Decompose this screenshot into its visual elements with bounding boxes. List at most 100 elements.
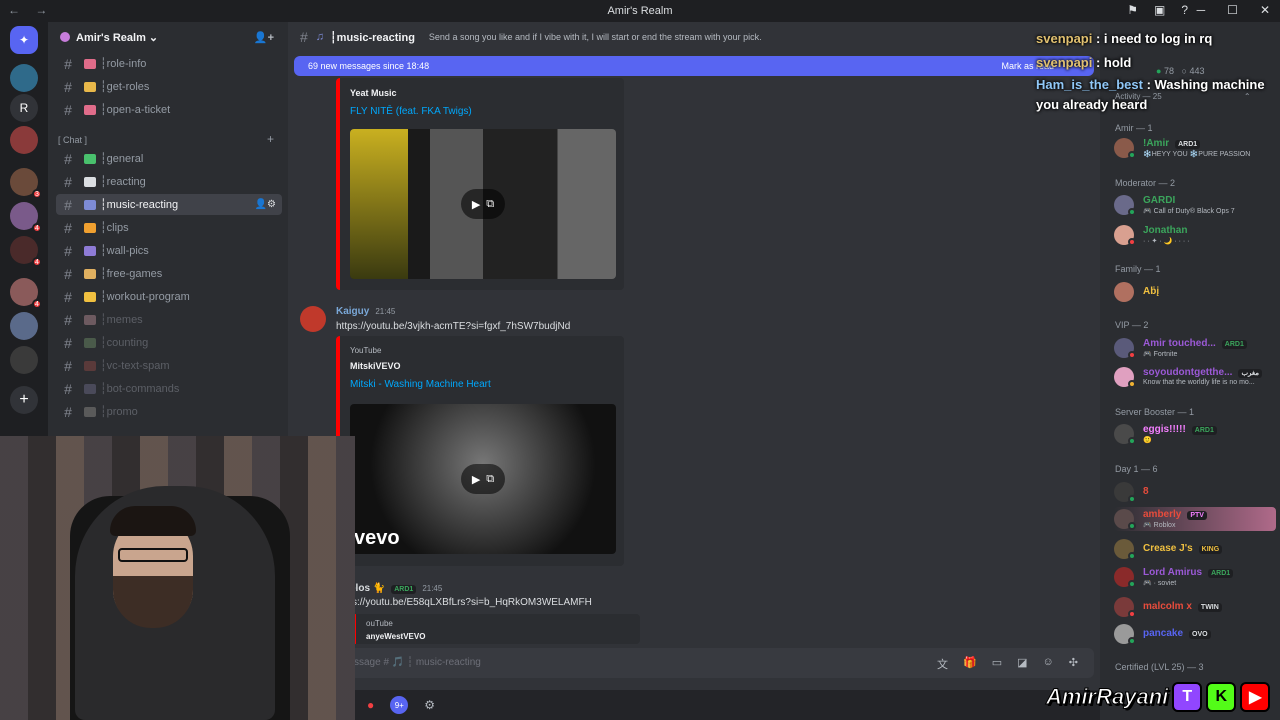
- channel-get-roles[interactable]: # ┆get-roles: [56, 76, 282, 97]
- channel-emoji-icon: [84, 245, 96, 256]
- close-button[interactable]: ✕: [1260, 3, 1270, 17]
- channel-settings-icon[interactable]: 👤⚙: [255, 199, 276, 210]
- member-group-header: Moderator — 2: [1115, 178, 1176, 188]
- help-icon[interactable]: ?: [1181, 3, 1188, 17]
- message-author[interactable]: Kaiguy 21:45: [336, 306, 395, 317]
- settings-icon[interactable]: ⚙: [424, 698, 435, 712]
- channel-label: ┆general: [100, 153, 144, 165]
- member-item[interactable]: Amir touched... ARD1 🎮 Fortnite: [1114, 336, 1276, 360]
- embed-author[interactable]: anyeWestVEVO: [366, 632, 640, 641]
- channel-general[interactable]: # ┆general: [56, 148, 282, 169]
- role-tag: ARD1: [1191, 426, 1217, 435]
- new-messages-text: 69 new messages since 18:48: [308, 61, 430, 71]
- inbox-icon[interactable]: ▣: [1154, 3, 1165, 17]
- embed-title[interactable]: FLY NITĒ (feat. FKA Twigs): [350, 106, 624, 117]
- server-icon[interactable]: [10, 312, 38, 340]
- message-link[interactable]: s://youtu.be/E58qLXBfLrs?si=b_HqRkOM3WEL…: [352, 597, 592, 608]
- channel-counting[interactable]: # ┆counting: [56, 332, 282, 353]
- embed-author[interactable]: Yeat Music: [350, 88, 624, 98]
- message-timestamp: 21:45: [375, 307, 396, 316]
- member-item[interactable]: Lord Amirus ARD1 🎮 · soviet: [1114, 565, 1276, 589]
- member-status: Know that the worldly life is no mo...: [1143, 379, 1255, 386]
- sticker-icon[interactable]: ◪: [1017, 656, 1027, 672]
- channel-bot-commands[interactable]: # ┆bot-commands: [56, 378, 282, 399]
- username[interactable]: elos 🐈: [350, 583, 385, 594]
- member-item[interactable]: Aḃį: [1114, 280, 1276, 304]
- server-icon[interactable]: 4: [10, 278, 42, 309]
- server-icon[interactable]: R: [10, 94, 38, 122]
- channel-wall-pics[interactable]: # ┆wall-pics: [56, 240, 282, 261]
- status-indicator: [1128, 208, 1136, 216]
- discord-notif-icon[interactable]: 9+: [390, 696, 409, 714]
- member-group-header: Day 1 — 6: [1115, 464, 1158, 474]
- username[interactable]: Kaiguy: [336, 306, 369, 317]
- add-user-icon[interactable]: 👤+: [254, 31, 274, 44]
- server-icon[interactable]: 3: [10, 168, 42, 199]
- channel-free-games[interactable]: # ┆free-games: [56, 263, 282, 284]
- member-name: 8: [1143, 486, 1149, 497]
- mention-badge: 3: [32, 189, 42, 199]
- embed-provider[interactable]: YouTube: [350, 346, 624, 355]
- avatar[interactable]: [300, 306, 326, 332]
- member-item[interactable]: !Amir ARD1 ❄️HEYY YOU ❄️PURE PASSION: [1114, 136, 1276, 160]
- video-thumbnail[interactable]: ▶ ⧉ vevo: [350, 404, 616, 554]
- emoji-icon[interactable]: ☺: [1043, 656, 1054, 672]
- server-icon[interactable]: [10, 126, 38, 154]
- member-item[interactable]: Crease J's KING: [1114, 537, 1276, 561]
- channel-vc-text-spam[interactable]: # ┆vc-text-spam: [56, 355, 282, 376]
- member-status: 🎮 Fortnite: [1143, 351, 1178, 358]
- channel-workout-program[interactable]: # ┆workout-program: [56, 286, 282, 307]
- add-server-icon[interactable]: +: [10, 386, 38, 414]
- channel-open-a-ticket[interactable]: # ┆open-a-ticket: [56, 99, 282, 120]
- channel-role-info[interactable]: # ┆role-info: [56, 53, 282, 74]
- composer-placeholder[interactable]: ssage # 🎵 ┆ music-reacting: [354, 657, 481, 668]
- webcam-overlay: [0, 436, 355, 720]
- server-icon[interactable]: 4: [10, 202, 42, 233]
- member-item[interactable]: 8: [1114, 480, 1276, 504]
- video-thumbnail[interactable]: ▶ ⧉: [350, 129, 616, 279]
- maximize-button[interactable]: ☐: [1227, 3, 1238, 17]
- channel-music-reacting[interactable]: # ┆music-reacting 👤⚙: [56, 194, 282, 215]
- add-channel-icon[interactable]: +: [267, 132, 274, 146]
- server-icon[interactable]: [10, 64, 38, 92]
- chat-username: Ham_is_the_best: [1036, 77, 1143, 92]
- channel-topic[interactable]: Send a song you like and if I vibe with …: [429, 32, 762, 42]
- member-item[interactable]: GARDI 🎮 Call of Duty® Black Ops 7: [1114, 193, 1276, 217]
- member-item[interactable]: malcolm x TWIN: [1114, 595, 1276, 619]
- play-button[interactable]: ▶ ⧉: [461, 464, 505, 494]
- message-composer[interactable]: ssage # 🎵 ┆ music-reacting 文 🎁 ▭ ◪ ☺ ✣: [294, 648, 1094, 678]
- member-item[interactable]: eggis!!!!! ARD1 🙂: [1114, 422, 1276, 446]
- channel-reacting[interactable]: # ┆reacting: [56, 171, 282, 192]
- message-link[interactable]: https://youtu.be/3vjkh-acmTE?si=fgxf_7hS…: [336, 321, 570, 332]
- translate-icon[interactable]: 文: [937, 656, 948, 672]
- embed-author[interactable]: MitskiVEVO: [350, 361, 624, 371]
- server-icon[interactable]: 4: [10, 236, 42, 267]
- apps-icon[interactable]: ✣: [1069, 656, 1078, 672]
- channel-emoji-icon: [84, 268, 96, 279]
- member-item[interactable]: Jonathan · · ✦ · 🌙 · · · ·: [1114, 223, 1276, 247]
- gift-icon[interactable]: 🎁: [963, 656, 977, 672]
- channel-memes[interactable]: # ┆memes: [56, 309, 282, 330]
- embed-provider[interactable]: ouTube: [366, 619, 640, 628]
- discord-icon[interactable]: ✦: [10, 26, 38, 54]
- category-chat[interactable]: [ Chat ]: [58, 135, 87, 145]
- server-icon[interactable]: [10, 346, 38, 374]
- embed-title[interactable]: Mitski - Washing Machine Heart: [350, 379, 624, 390]
- hash-icon: #: [64, 357, 72, 374]
- server-header[interactable]: Amir's Realm ⌄ 👤+: [48, 22, 288, 52]
- member-item[interactable]: soyoudontgetthe... مغرب Know that the worl…: [1114, 365, 1276, 389]
- channel-promo[interactable]: # ┆promo: [56, 401, 282, 422]
- channel-clips[interactable]: # ┆clips: [56, 217, 282, 238]
- mic-icon[interactable]: ●: [367, 698, 374, 712]
- channel-emoji-icon: [84, 199, 96, 210]
- new-messages-banner[interactable]: 69 new messages since 18:48 Mark as read: [294, 56, 1094, 76]
- member-item[interactable]: pancake OVO: [1114, 622, 1276, 646]
- message-author[interactable]: elos 🐈 ARD1 21:45: [350, 583, 442, 594]
- gif-icon[interactable]: ▭: [992, 656, 1002, 672]
- member-status: 🙂: [1143, 437, 1152, 444]
- minimize-button[interactable]: ─: [1197, 3, 1206, 17]
- flag-icon[interactable]: ⚑: [1127, 3, 1138, 17]
- member-item[interactable]: amberly PTV 🎮 Roblox: [1114, 507, 1276, 531]
- chat-username: svenpapi: [1036, 55, 1093, 70]
- play-button[interactable]: ▶ ⧉: [461, 189, 505, 219]
